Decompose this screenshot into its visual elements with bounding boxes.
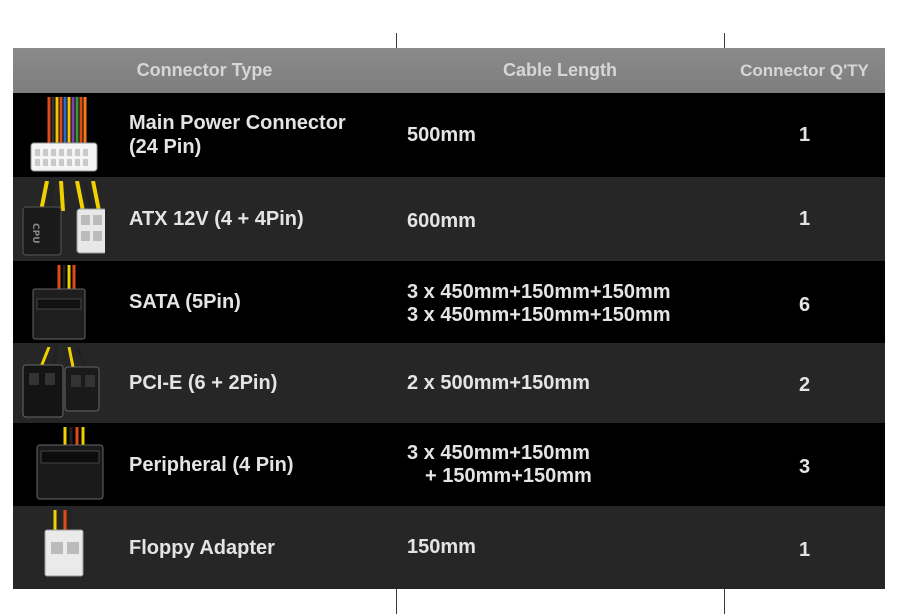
cable-length: 500mm: [407, 123, 476, 146]
cable-length: + 150mm+150mm: [425, 464, 592, 487]
connector-qty: 1: [798, 123, 811, 146]
connector-qty: 3: [798, 456, 811, 478]
connector-name: Floppy Adapter: [129, 536, 275, 559]
cable-length: 600mm: [407, 209, 476, 232]
cable-length: 150mm: [407, 536, 476, 558]
header-cable-length: Cable Length: [502, 60, 617, 80]
cable-length: 2 x 500mm+150mm: [407, 371, 590, 394]
table-row: PCI-E (6 + 2Pin) 2 x 500mm+150mm 2: [13, 343, 885, 423]
connector-qty: 2: [798, 373, 811, 396]
pcie-connector-icon: [19, 347, 105, 423]
cable-length: 3 x 450mm+150mm: [407, 441, 590, 464]
connector-spec-table: Connector Type Cable Length Connector Q'…: [13, 48, 885, 589]
connector-name-detail: (24 Pin): [129, 136, 202, 158]
svg-text:CPU: CPU: [30, 223, 40, 244]
connector-qty: 6: [798, 293, 811, 316]
cable-length: 3 x 450mm+150mm+150mm: [407, 281, 671, 303]
table-row: CPU ATX 12V (4 + 4Pin) 600mm 1: [13, 177, 885, 261]
table-row: SATA (5Pin) 3 x 450mm+150mm+150mm 3 x 45…: [13, 261, 885, 343]
connector-qty: 1: [798, 207, 811, 230]
header-connector-qty: Connector Q'TY: [740, 60, 869, 80]
atx-24pin-connector-icon: [19, 97, 105, 173]
table-header: Connector Type Cable Length Connector Q'…: [13, 48, 885, 93]
molex-connector-icon: [19, 427, 105, 503]
connector-name: Peripheral (4 Pin): [129, 453, 294, 476]
connector-name: PCI-E (6 + 2Pin): [129, 372, 278, 394]
connector-name: Main Power Connector: [129, 112, 346, 134]
table-row: Peripheral (4 Pin) 3 x 450mm+150mm + 150…: [13, 423, 885, 506]
floppy-connector-icon: [19, 510, 105, 586]
header-connector-type: Connector Type: [136, 60, 273, 80]
sata-connector-icon: [19, 265, 105, 341]
connector-qty: 1: [798, 539, 811, 561]
cpu-4plus4-connector-icon: CPU: [19, 181, 105, 257]
cable-length: 3 x 450mm+150mm+150mm: [407, 304, 671, 326]
connector-name: ATX 12V (4 + 4Pin): [129, 208, 304, 230]
connector-name: SATA (5Pin): [129, 291, 241, 313]
table-row: Floppy Adapter 150mm 1: [13, 506, 885, 589]
table-row: Main Power Connector (24 Pin) 500mm 1: [13, 93, 885, 177]
